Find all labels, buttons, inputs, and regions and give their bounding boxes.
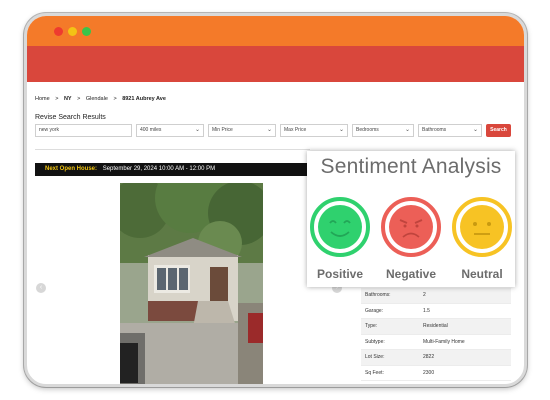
table-row: Subtype: Multi-Family Home xyxy=(361,335,511,350)
radius-select[interactable]: 400 miles ⌄ xyxy=(136,124,204,137)
max-price-select[interactable]: Max Price ⌄ xyxy=(280,124,348,137)
chevron-left-icon[interactable]: ‹ xyxy=(36,283,46,293)
chevron-down-icon: ⌄ xyxy=(338,127,344,133)
sentiment-analysis-panel: Sentiment Analysis Positive Negative Neu… xyxy=(307,151,515,287)
breadcrumb-separator: > xyxy=(77,96,81,102)
chevron-down-icon: ⌄ xyxy=(404,127,410,133)
detail-key: Type: xyxy=(365,323,378,329)
location-input[interactable]: new york xyxy=(35,124,132,137)
positive-face-icon xyxy=(310,197,370,257)
maximize-window-button[interactable] xyxy=(82,27,91,36)
breadcrumb-home[interactable]: Home xyxy=(35,96,50,102)
browser-window: Home > NY > Glendale > 8921 Aubrey Ave R… xyxy=(24,13,527,387)
minimize-window-button[interactable] xyxy=(68,27,77,36)
detail-value: Residential xyxy=(423,323,448,329)
neutral-label: Neutral xyxy=(461,267,503,281)
detail-value: 2300 xyxy=(423,369,435,376)
bathrooms-select[interactable]: Bathrooms ⌄ xyxy=(418,124,482,137)
detail-value: 2 xyxy=(423,292,426,298)
min-price-select[interactable]: Min Price ⌄ xyxy=(208,124,276,137)
negative-face-icon xyxy=(381,197,441,257)
site-header-bar xyxy=(27,46,524,82)
min-price-value: Min Price xyxy=(212,127,233,133)
chevron-down-icon: ⌄ xyxy=(194,127,200,133)
detail-value: 1.5 xyxy=(423,307,430,314)
table-row: Garage: 1.5 xyxy=(361,304,511,319)
detail-key: Sq Feet: xyxy=(365,369,384,376)
open-house-banner: Next Open House: September 29, 2024 10:0… xyxy=(35,163,307,176)
search-heading: Revise Search Results xyxy=(35,114,106,121)
breadcrumb-address: 8921 Aubrey Ave xyxy=(122,96,166,102)
detail-key: Subtype: xyxy=(365,338,385,345)
table-row: Lot Size: 2822 xyxy=(361,350,511,366)
breadcrumb-separator: > xyxy=(55,96,59,102)
sentiment-title: Sentiment Analysis xyxy=(320,155,502,178)
breadcrumb-state[interactable]: NY xyxy=(64,96,72,102)
breadcrumb-city[interactable]: Glendale xyxy=(86,96,108,102)
house-photo-illustration xyxy=(120,183,263,384)
bathrooms-value: Bathrooms xyxy=(422,127,447,133)
detail-key: Lot Size: xyxy=(365,354,385,360)
chevron-down-icon: ⌄ xyxy=(472,127,478,133)
detail-value: 2822 xyxy=(423,354,435,360)
detail-key: Garage: xyxy=(365,307,384,314)
search-button[interactable]: Search xyxy=(486,124,511,137)
neutral-face-icon xyxy=(452,197,512,257)
close-window-button[interactable] xyxy=(54,27,63,36)
divider xyxy=(35,149,310,150)
breadcrumb: Home > NY > Glendale > 8921 Aubrey Ave xyxy=(35,96,170,102)
property-details-table: Bathrooms: 2 Garage: 1.5 Type: Residenti… xyxy=(361,288,511,381)
open-house-label: Next Open House: xyxy=(45,166,98,172)
radius-value: 400 miles xyxy=(140,127,162,133)
bedrooms-select[interactable]: Bedrooms ⌄ xyxy=(352,124,414,137)
positive-label: Positive xyxy=(316,267,364,281)
open-house-date: September 29, 2024 10:00 AM - 12:00 PM xyxy=(102,166,216,172)
bedrooms-value: Bedrooms xyxy=(356,127,379,133)
negative-label: Negative xyxy=(385,267,437,281)
table-row: Bathrooms: 2 xyxy=(361,288,511,304)
breadcrumb-separator: > xyxy=(113,96,117,102)
table-row: Sq Feet: 2300 xyxy=(361,366,511,381)
title-bar xyxy=(27,16,524,46)
detail-key: Bathrooms: xyxy=(365,292,391,298)
table-row: Type: Residential xyxy=(361,319,511,335)
detail-value: Multi-Family Home xyxy=(423,338,465,345)
chevron-down-icon: ⌄ xyxy=(266,127,272,133)
max-price-value: Max Price xyxy=(284,127,307,133)
listing-photo[interactable] xyxy=(120,183,263,384)
